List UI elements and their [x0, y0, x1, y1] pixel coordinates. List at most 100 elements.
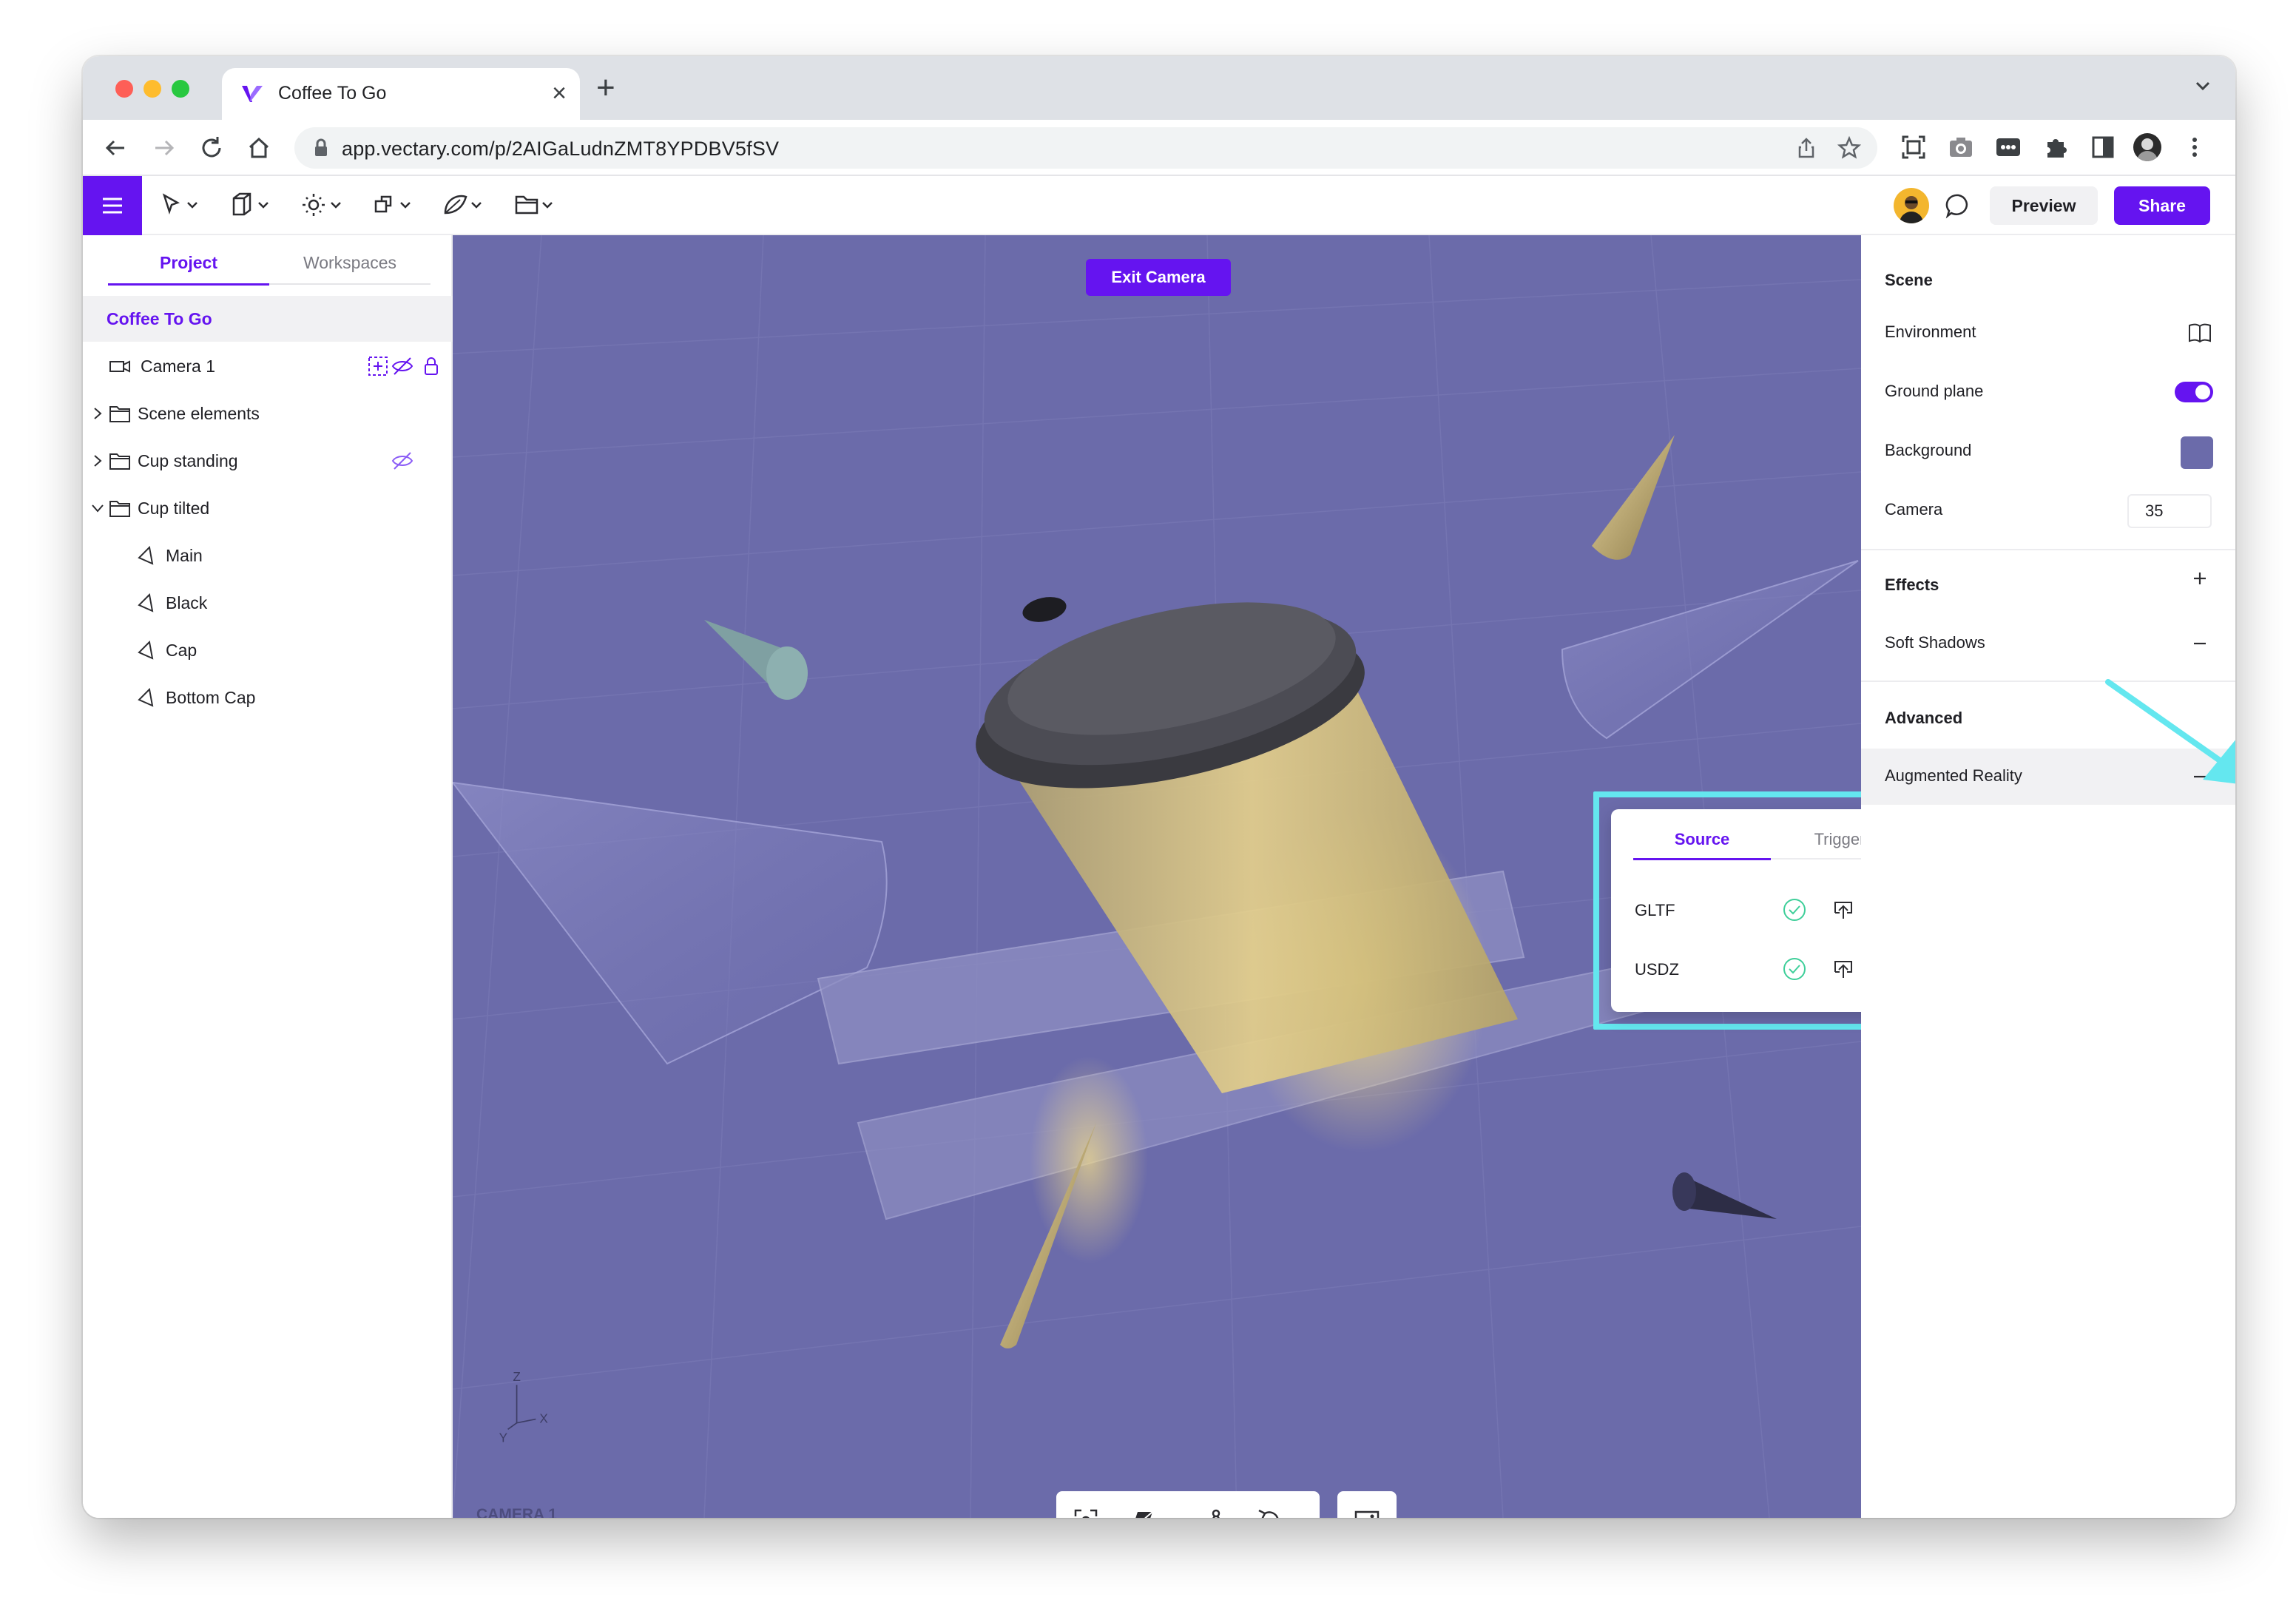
background-color-swatch[interactable] — [2181, 436, 2213, 469]
tab-search-chevron-icon[interactable] — [2191, 74, 2215, 98]
maximize-window-button[interactable] — [172, 80, 189, 98]
axis-z-label: Z — [513, 1369, 520, 1384]
camera-extension-icon[interactable] — [1947, 133, 1975, 161]
share-button[interactable]: Share — [2114, 186, 2210, 225]
remove-effect-minus-icon[interactable] — [2187, 630, 2213, 657]
image-icon — [1354, 1510, 1380, 1518]
extensions-puzzle-icon[interactable] — [2042, 133, 2070, 161]
profile-face-icon — [2137, 138, 2158, 161]
material-tool-icon[interactable] — [439, 189, 491, 222]
tree-item-label: Camera 1 — [141, 357, 215, 376]
visibility-off-icon[interactable] — [391, 355, 414, 377]
section-scene-title: Scene — [1885, 271, 1933, 289]
transform-tool-icon[interactable] — [368, 189, 420, 222]
project-name: Coffee To Go — [107, 309, 212, 328]
lock-icon[interactable] — [420, 355, 444, 377]
back-arrow-icon[interactable] — [101, 133, 130, 163]
main-menu-button[interactable] — [83, 176, 142, 235]
comment-icon[interactable] — [1942, 189, 1975, 222]
tab-project[interactable]: Project — [108, 253, 269, 286]
close-tab-icon[interactable]: × — [552, 78, 567, 108]
vectary-logo-icon — [242, 86, 263, 102]
layers-panel: Project Workspaces Coffee To Go Camera 1 — [83, 235, 453, 1518]
collaborator-avatar[interactable] — [1894, 188, 1929, 223]
exit-camera-button[interactable]: Exit Camera — [1086, 259, 1231, 296]
tree-item-cup-tilted[interactable]: Cup tilted — [83, 485, 453, 531]
ar-source-popup: Source Trigger GLTF USDZ — [1611, 809, 1861, 1012]
folder-icon — [109, 406, 130, 422]
render-image-button[interactable] — [1337, 1491, 1397, 1518]
screen-capture-icon[interactable] — [1900, 133, 1928, 161]
ar-row-gltf: GLTF — [1633, 895, 1861, 925]
preview-button[interactable]: Preview — [1990, 186, 2098, 225]
reload-icon[interactable] — [197, 133, 226, 163]
ar-format-label: GLTF — [1635, 901, 1675, 919]
home-icon[interactable] — [244, 133, 274, 163]
tree-item-black[interactable]: Black — [83, 580, 453, 626]
light-tool-icon[interactable] — [297, 189, 349, 222]
orbit-mode-icon[interactable] — [1253, 1506, 1305, 1518]
visibility-off-icon[interactable] — [391, 450, 414, 472]
camera-target-icon[interactable] — [367, 355, 391, 377]
browser-addressbar: app.vectary.com/p/2AIGaLudnZMT8YPDBV5fSV — [83, 120, 2235, 176]
minimize-window-button[interactable] — [144, 80, 161, 98]
tree-item-label: Cup tilted — [138, 499, 210, 518]
divider — [1861, 549, 2235, 550]
lock-icon[interactable] — [311, 138, 331, 158]
tab-workspaces[interactable]: Workspaces — [269, 253, 430, 285]
environment-library-icon[interactable] — [2187, 320, 2213, 346]
mesh-icon — [138, 687, 154, 707]
tree-item-cap[interactable]: Cap — [83, 627, 453, 673]
url-bar[interactable]: app.vectary.com/p/2AIGaLudnZMT8YPDBV5fSV — [294, 127, 1877, 169]
shading-mode-icon[interactable] — [1127, 1506, 1179, 1518]
upload-icon[interactable] — [1830, 956, 1857, 982]
new-tab-button[interactable]: + — [596, 70, 615, 107]
focus-icon[interactable] — [1071, 1506, 1101, 1518]
gizmo-tool-icon[interactable] — [1201, 1506, 1231, 1518]
profile-avatar[interactable] — [2133, 133, 2161, 161]
toggle-knob — [2195, 385, 2210, 399]
share-page-icon[interactable] — [1794, 136, 1818, 160]
app-toolbar: Preview Share — [83, 176, 2235, 235]
side-panel-icon[interactable] — [2089, 133, 2117, 161]
folder-icon — [109, 453, 130, 470]
close-window-button[interactable] — [115, 80, 133, 98]
select-tool-icon[interactable] — [155, 189, 207, 222]
viewport-bottom-toolbar — [1056, 1491, 1320, 1518]
chevron-right-icon[interactable] — [90, 453, 105, 469]
camera-fov-input[interactable] — [2127, 494, 2212, 528]
add-effect-plus-icon[interactable] — [2187, 565, 2213, 592]
mesh-icon — [138, 640, 154, 660]
tab-source[interactable]: Source — [1633, 830, 1771, 860]
forward-arrow-icon[interactable] — [149, 133, 179, 163]
tree-item-bottom-cap[interactable]: Bottom Cap — [83, 675, 453, 720]
tree-item-scene-elements[interactable]: Scene elements — [83, 391, 453, 436]
folder-icon — [109, 501, 130, 517]
collaborator-face-icon — [1900, 196, 1923, 223]
extension-dots-icon[interactable] — [1994, 133, 2022, 161]
tree-item-camera[interactable]: Camera 1 — [83, 343, 453, 389]
folder-tool-icon[interactable] — [510, 189, 562, 222]
bookmark-star-icon[interactable] — [1837, 136, 1861, 160]
browser-tab-active[interactable]: Coffee To Go × — [222, 68, 580, 120]
browser-menu-kebab-icon[interactable] — [2181, 133, 2209, 161]
tree-item-main[interactable]: Main — [83, 533, 453, 578]
chevron-right-icon[interactable] — [90, 405, 105, 422]
tree-item-project[interactable]: Coffee To Go — [83, 296, 453, 342]
ground-plane-row: Ground plane — [1861, 364, 2235, 420]
tree-item-label: Main — [166, 546, 203, 565]
3d-viewport[interactable]: Exit Camera Source Trigger GLTF USDZ Z X… — [453, 235, 1861, 1518]
upload-icon[interactable] — [1830, 897, 1857, 923]
tab-trigger[interactable]: Trigger — [1771, 830, 1861, 860]
tree-item-label: Cap — [166, 641, 197, 660]
tree-item-cup-standing[interactable]: Cup standing — [83, 438, 453, 484]
chevron-down-icon[interactable] — [90, 500, 105, 516]
tree-item-label: Scene elements — [138, 404, 260, 423]
primitives-tool-icon[interactable] — [226, 189, 278, 222]
url-text[interactable]: app.vectary.com/p/2AIGaLudnZMT8YPDBV5fSV — [342, 138, 779, 161]
tree-item-label: Black — [166, 593, 208, 612]
environment-row[interactable]: Environment — [1861, 305, 2235, 361]
ground-plane-toggle[interactable] — [2175, 382, 2213, 402]
check-circle-icon — [1783, 958, 1806, 980]
tab-title: Coffee To Go — [278, 83, 387, 104]
